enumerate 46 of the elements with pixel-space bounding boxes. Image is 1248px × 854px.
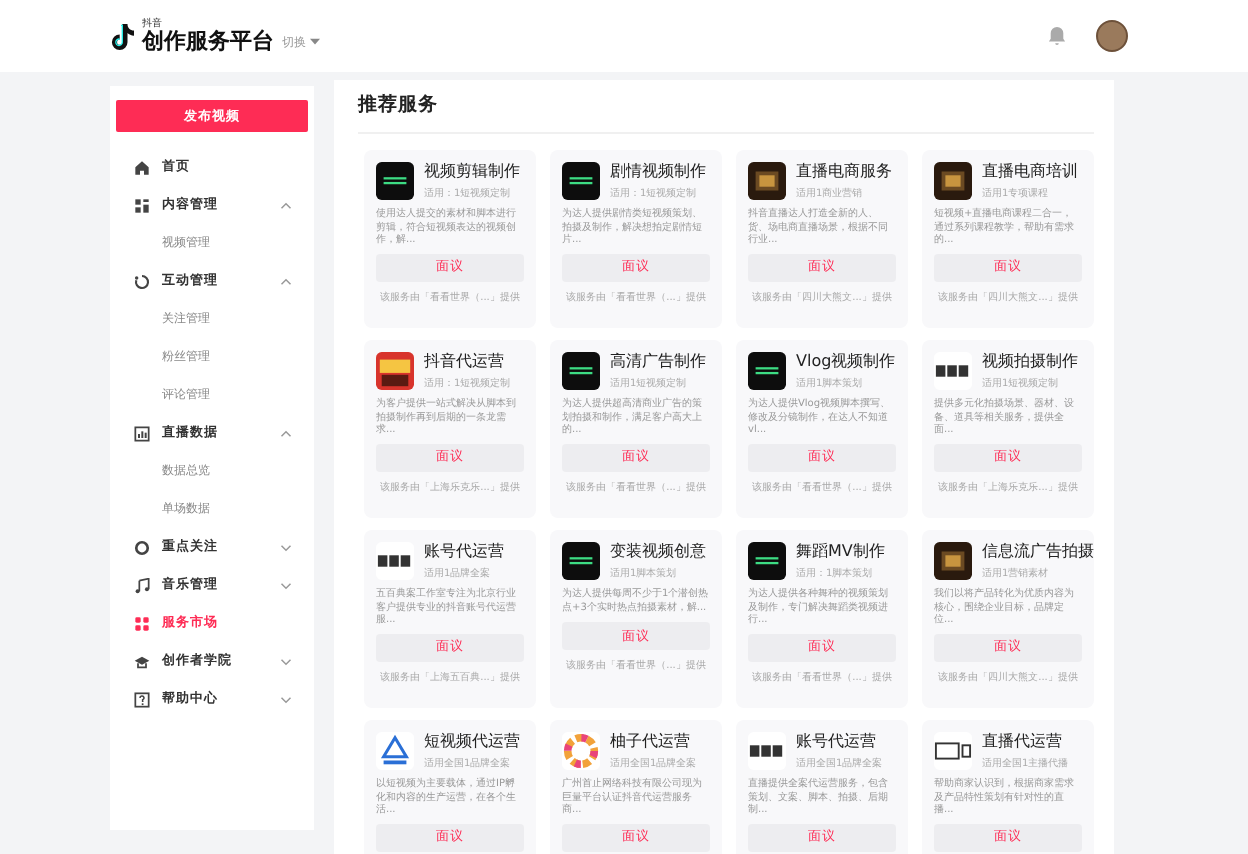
service-logo-icon — [748, 541, 786, 579]
service-logo-icon — [376, 351, 414, 389]
service-logo-icon — [934, 541, 972, 579]
service-logo-icon — [934, 731, 972, 769]
service-logo-icon — [376, 541, 414, 579]
service-title: 变装视频创意 — [610, 540, 706, 562]
service-title: 信息流广告拍摄 — [982, 540, 1094, 562]
question-icon — [134, 691, 150, 707]
service-logo-icon — [748, 161, 786, 199]
caret-icon — [310, 38, 320, 46]
service-title: 抖音代运营 — [424, 350, 506, 372]
service-title: 直播电商培训 — [982, 160, 1078, 182]
section-title: 推荐服务 — [358, 88, 1094, 134]
music-note-icon — [134, 577, 150, 593]
service-logo-icon — [748, 731, 786, 769]
chart-icon — [134, 425, 150, 441]
service-title: 视频拍摄制作 — [982, 350, 1078, 372]
avatar[interactable] — [1096, 20, 1128, 52]
service-logo-icon — [562, 731, 600, 769]
circle-icon — [134, 539, 150, 555]
service-logo-icon — [376, 161, 414, 199]
grid-icon — [134, 197, 150, 213]
service-title: 直播代运营 — [982, 730, 1064, 752]
service-logo-icon — [376, 731, 414, 769]
service-title: 柚子代运营 — [610, 730, 692, 752]
home-icon — [134, 159, 150, 175]
service-title: 视频剪辑制作 — [424, 160, 520, 182]
service-title: 高清广告制作 — [610, 350, 706, 372]
service-title: Vlog视频制作 — [796, 350, 896, 372]
service-title: 短视频代运营 — [424, 730, 520, 752]
service-title: 账号代运营 — [424, 540, 504, 562]
service-logo-icon — [934, 161, 972, 199]
cap-icon — [134, 653, 150, 669]
service-title: 舞蹈MV制作 — [796, 540, 885, 562]
service-logo-icon — [562, 541, 600, 579]
cycle-icon — [134, 273, 150, 289]
brand-name: 创作服务平台 — [142, 30, 274, 52]
grid-icon — [134, 615, 150, 631]
service-logo-icon — [562, 351, 600, 389]
service-title: 直播电商服务 — [796, 160, 892, 182]
service-logo-icon — [934, 351, 972, 389]
service-title: 剧情视频制作 — [610, 160, 706, 182]
service-logo-icon — [562, 161, 600, 199]
service-logo-icon — [748, 351, 786, 389]
music-note-logo-icon — [108, 21, 134, 51]
service-title: 账号代运营 — [796, 730, 878, 752]
